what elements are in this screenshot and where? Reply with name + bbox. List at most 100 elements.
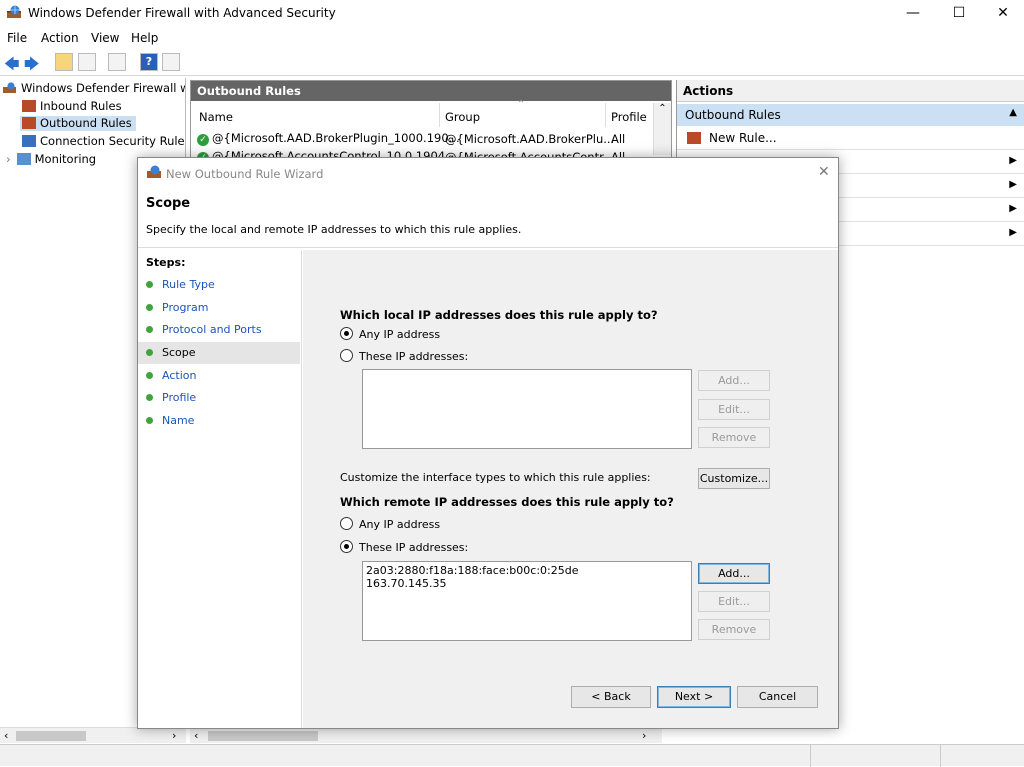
back-button[interactable]: < Back	[571, 686, 651, 708]
remote-add-button[interactable]: Add...	[698, 563, 770, 584]
show-action-pane-icon[interactable]	[162, 53, 180, 71]
local-remove-button[interactable]: Remove	[698, 427, 770, 448]
collapse-caret-icon[interactable]: ▲	[1009, 107, 1017, 118]
step-complete-icon	[146, 281, 153, 288]
scroll-thumb[interactable]	[16, 731, 86, 741]
step-name[interactable]: Name	[138, 410, 300, 432]
dialog-close-icon[interactable]: ✕	[818, 164, 830, 180]
firewall-app-icon	[146, 165, 162, 179]
list-item[interactable]: 2a03:2880:f18a:188:face:b00c:0:25de	[366, 564, 688, 577]
step-scope[interactable]: Scope	[138, 342, 300, 364]
menu-help[interactable]: Help	[131, 31, 158, 45]
menu-file[interactable]: File	[7, 31, 27, 45]
local-these-ip-radio[interactable]: These IP addresses:	[340, 349, 468, 363]
remote-remove-button[interactable]: Remove	[698, 619, 770, 640]
scroll-left-icon[interactable]: ‹	[4, 729, 8, 742]
column-header-name[interactable]: Name	[199, 110, 233, 124]
scroll-right-icon[interactable]: ›	[642, 729, 646, 742]
scroll-left-icon[interactable]: ‹	[194, 729, 198, 742]
menu-action[interactable]: Action	[41, 31, 79, 45]
connection-security-icon	[22, 135, 36, 147]
tree-item-outbound-rules[interactable]: Outbound Rules	[20, 116, 136, 131]
show-hide-tree-icon[interactable]	[78, 53, 96, 71]
step-current-icon	[146, 349, 153, 356]
customize-label: Customize the interface types to which t…	[340, 471, 651, 484]
back-arrow-icon[interactable]: 🡄	[4, 54, 20, 79]
local-any-ip-radio[interactable]: Any IP address	[340, 327, 440, 341]
remote-ip-question: Which remote IP addresses does this rule…	[340, 495, 674, 509]
radio-label: Any IP address	[359, 518, 441, 531]
radio-label: These IP addresses:	[359, 541, 469, 554]
rules-scrollbar[interactable]: ⌃	[653, 103, 671, 155]
submenu-arrow-icon: ▶	[1009, 227, 1017, 238]
cancel-button[interactable]: Cancel	[737, 686, 818, 708]
remote-these-ip-radio[interactable]: These IP addresses:	[340, 540, 468, 554]
new-rule-label: New Rule...	[709, 131, 777, 145]
rule-name: @{Microsoft.AAD.BrokerPlugin_1000.190...	[212, 131, 460, 145]
new-rule-action[interactable]: New Rule...	[677, 127, 1024, 150]
maximize-button[interactable]: ☐	[936, 0, 982, 26]
help-icon[interactable]: ?	[140, 53, 158, 71]
dialog-title: New Outbound Rule Wizard	[166, 167, 324, 181]
tree-root-label: Windows Defender Firewall witl	[21, 81, 186, 95]
tree-hscrollbar[interactable]: ‹ ›	[0, 727, 186, 743]
scroll-thumb[interactable]	[208, 731, 318, 741]
step-label: Profile	[162, 391, 197, 404]
step-label: Protocol and Ports	[162, 323, 262, 336]
remote-any-ip-radio[interactable]: Any IP address	[340, 517, 440, 531]
next-button[interactable]: Next >	[657, 686, 731, 708]
column-header-group[interactable]: Group	[445, 110, 480, 124]
actions-section-outbound[interactable]: Outbound Rules ▲	[677, 104, 1024, 126]
firewall-app-icon	[6, 5, 22, 19]
tree-root[interactable]: Windows Defender Firewall witl	[3, 81, 186, 95]
rules-hscrollbar[interactable]: ‹ ›	[190, 727, 662, 743]
dialog-title-bar: New Outbound Rule Wizard ✕	[138, 158, 838, 188]
close-button[interactable]: ✕	[980, 0, 1024, 26]
new-outbound-rule-wizard: New Outbound Rule Wizard ✕ Scope Specify…	[137, 157, 839, 729]
column-header-profile[interactable]: Profile	[611, 110, 647, 124]
minimize-button[interactable]: —	[890, 0, 936, 26]
menu-view[interactable]: View	[91, 31, 119, 45]
rule-group: @{Microsoft.AAD.BrokerPlu...	[445, 132, 615, 146]
table-row[interactable]: ✓ @{Microsoft.AAD.BrokerPlugin_1000.190..…	[197, 131, 460, 146]
scroll-right-icon[interactable]: ›	[172, 729, 176, 742]
radio-unselected-icon	[340, 517, 353, 530]
export-list-icon[interactable]	[108, 53, 126, 71]
step-action[interactable]: Action	[138, 365, 300, 387]
list-item[interactable]: 163.70.145.35	[366, 577, 688, 590]
step-pending-icon	[146, 394, 153, 401]
rules-pane-title: Outbound Rules	[191, 81, 671, 101]
rule-enabled-icon: ✓	[197, 134, 209, 146]
step-complete-icon	[146, 326, 153, 333]
remote-ip-list[interactable]: 2a03:2880:f18a:188:face:b00c:0:25de 163.…	[362, 561, 692, 641]
actions-title: Actions	[677, 80, 1024, 102]
tree-item-inbound-rules[interactable]: Inbound Rules	[22, 99, 122, 113]
remote-edit-button[interactable]: Edit...	[698, 591, 770, 612]
submenu-arrow-icon: ▶	[1009, 155, 1017, 166]
local-ip-list[interactable]	[362, 369, 692, 449]
firewall-icon	[3, 82, 17, 94]
status-bar	[0, 744, 1024, 767]
tree-item-label: Outbound Rules	[40, 116, 132, 130]
step-protocol-and-ports[interactable]: Protocol and Ports	[138, 319, 300, 341]
radio-selected-icon	[340, 540, 353, 553]
step-profile[interactable]: Profile	[138, 387, 300, 409]
local-ip-question: Which local IP addresses does this rule …	[340, 308, 658, 322]
local-add-button[interactable]: Add...	[698, 370, 770, 391]
tree-item-monitoring[interactable]: › Monitoring	[6, 152, 96, 166]
local-edit-button[interactable]: Edit...	[698, 399, 770, 420]
expand-chevron-icon[interactable]: ›	[6, 152, 11, 166]
step-program[interactable]: Program	[138, 297, 300, 319]
tree-item-label: Connection Security Rules	[40, 134, 186, 148]
forward-arrow-icon[interactable]: 🡆	[24, 54, 40, 79]
menu-bar: File Action View Help	[0, 28, 1024, 48]
up-folder-icon[interactable]	[55, 53, 73, 71]
radio-unselected-icon	[340, 349, 353, 362]
submenu-arrow-icon: ▶	[1009, 179, 1017, 190]
new-rule-icon	[687, 132, 701, 144]
customize-button[interactable]: Customize...	[698, 468, 770, 489]
step-rule-type[interactable]: Rule Type	[138, 274, 300, 296]
monitoring-icon	[16, 153, 31, 165]
tree-item-connection-security-rules[interactable]: Connection Security Rules	[22, 134, 186, 148]
toolbar: 🡄 🡆 ?	[0, 50, 1024, 76]
